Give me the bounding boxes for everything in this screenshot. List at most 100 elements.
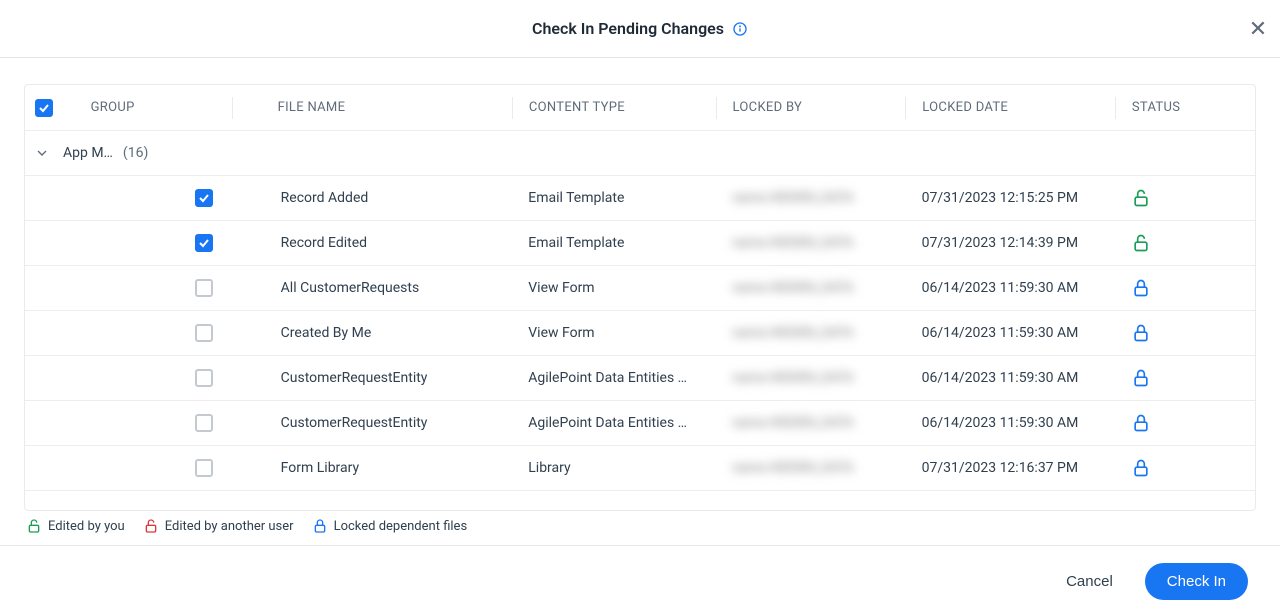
row-checkbox[interactable]	[195, 459, 213, 477]
cell-status	[1115, 233, 1255, 253]
group-name: App M…	[63, 145, 113, 161]
locked-by-redacted: name.HIDDEN_DATA	[732, 280, 853, 296]
row-checkbox-cell	[25, 189, 233, 207]
dialog-title-wrap: Check In Pending Changes	[532, 19, 748, 38]
close-icon: ✕	[1249, 16, 1267, 42]
header-locked-by[interactable]: LOCKED BY	[717, 100, 906, 115]
locked-by-redacted: name.HIDDEN_DATA	[732, 460, 853, 476]
legend-edited-by-other: Edited by another user	[143, 518, 294, 534]
row-checkbox[interactable]	[195, 189, 213, 207]
locked-by-redacted: name.HIDDEN_DATA	[732, 415, 853, 431]
column-separator	[232, 97, 233, 119]
cell-filename: Record Edited	[233, 235, 513, 251]
changes-table: GROUP FILE NAME CONTENT TYPE LOCKED BY L…	[24, 84, 1256, 511]
checkin-button[interactable]: Check In	[1145, 563, 1248, 600]
cell-locked-date: 06/14/2023 11:59:30 AM	[906, 370, 1116, 386]
row-checkbox-cell	[25, 459, 233, 477]
cell-content-type: Email Template	[512, 176, 716, 221]
dialog-body: GROUP FILE NAME CONTENT TYPE LOCKED BY L…	[0, 58, 1280, 616]
dialog-header: Check In Pending Changes ✕	[0, 0, 1280, 58]
table-row[interactable]: Record EditedEmail Template name.HIDDEN_D…	[25, 221, 1255, 266]
legend-locked-dependent: Locked dependent files	[312, 518, 468, 534]
table-row[interactable]: All CustomerRequestsView Form name.HIDDEN…	[25, 266, 1255, 311]
header-filename[interactable]: FILE NAME	[234, 100, 512, 115]
close-button[interactable]: ✕	[1246, 17, 1270, 41]
cell-filename: Form Library	[233, 460, 513, 476]
row-checkbox-cell	[25, 324, 233, 342]
cell-content-type: Library	[512, 446, 716, 491]
cell-locked-by: name.HIDDEN_DATA	[716, 190, 906, 206]
cell-content-type: AgilePoint Data Entities …	[512, 356, 716, 401]
cell-status	[1115, 413, 1255, 433]
cell-status	[1115, 278, 1255, 298]
dialog-footer: Cancel Check In	[24, 546, 1256, 616]
unlock-red-icon	[143, 518, 159, 534]
cell-content-type: View Form	[512, 266, 716, 311]
table-row[interactable]: CustomerRequestEntityAgilePoint Data Ent…	[25, 401, 1255, 446]
cell-content-type: View Form	[512, 311, 716, 356]
header-locked-date[interactable]: LOCKED DATE	[906, 100, 1115, 115]
legend: Edited by you Edited by another user Loc…	[24, 511, 1256, 539]
cell-locked-by: name.HIDDEN_DATA	[716, 235, 906, 251]
unlock-green-icon	[26, 518, 42, 534]
cell-locked-by: name.HIDDEN_DATA	[716, 415, 906, 431]
cell-locked-by: name.HIDDEN_DATA	[716, 370, 906, 386]
checkin-dialog: Check In Pending Changes ✕ GROUP FILE NA…	[0, 0, 1280, 616]
cell-locked-date: 07/31/2023 12:16:37 PM	[906, 460, 1116, 476]
header-status[interactable]: STATUS	[1116, 100, 1255, 115]
row-checkbox[interactable]	[195, 414, 213, 432]
cell-status	[1115, 368, 1255, 388]
header-group[interactable]: GROUP	[85, 100, 232, 115]
table-row[interactable]: CustomerRequestEntityAgilePoint Data Ent…	[25, 356, 1255, 401]
row-checkbox[interactable]	[195, 369, 213, 387]
lock-blue-icon	[1131, 368, 1151, 388]
cell-filename: Record Added	[233, 190, 513, 206]
cell-status	[1115, 323, 1255, 343]
cancel-button[interactable]: Cancel	[1060, 565, 1119, 598]
locked-by-redacted: name.HIDDEN_DATA	[732, 370, 853, 386]
group-row[interactable]: App M… (16)	[25, 131, 1255, 176]
row-checkbox[interactable]	[195, 279, 213, 297]
unlock-green-icon	[1131, 188, 1151, 208]
table-row[interactable]: Created By MeView Formname.HIDDEN_DATA06…	[25, 311, 1255, 356]
cell-locked-date: 06/14/2023 11:59:30 AM	[906, 280, 1116, 296]
row-checkbox[interactable]	[195, 234, 213, 252]
row-checkbox[interactable]	[195, 324, 213, 342]
table-row[interactable]: Form LibraryLibrary name.HIDDEN_DATA 07/31…	[25, 446, 1255, 491]
info-icon[interactable]	[732, 21, 748, 37]
cell-locked-by: name.HIDDEN_DATA	[716, 460, 906, 476]
header-checkbox-cell	[25, 99, 85, 117]
cell-locked-date: 07/31/2023 12:15:25 PM	[906, 190, 1116, 206]
unlock-green-icon	[1131, 233, 1151, 253]
table-body[interactable]: App M… (16) Record AddedEmail Templatena…	[25, 131, 1255, 510]
row-checkbox-cell	[25, 369, 233, 387]
row-checkbox-cell	[25, 414, 233, 432]
lock-blue-icon	[1131, 278, 1151, 298]
cell-content-type: Email Template	[512, 221, 716, 266]
cell-filename: All CustomerRequests	[233, 280, 513, 296]
cell-filename: CustomerRequestEntity	[233, 415, 513, 431]
cell-locked-date: 07/31/2023 12:14:39 PM	[906, 235, 1116, 251]
cell-status	[1115, 188, 1255, 208]
lock-blue-icon	[1131, 413, 1151, 433]
row-checkbox-cell	[25, 279, 233, 297]
cell-locked-date: 06/14/2023 11:59:30 AM	[906, 415, 1116, 431]
locked-by-redacted: name.HIDDEN_DATA	[732, 235, 853, 251]
cell-filename: CustomerRequestEntity	[233, 370, 513, 386]
cell-locked-by: name.HIDDEN_DATA	[716, 280, 906, 296]
select-all-checkbox[interactable]	[35, 99, 53, 117]
chevron-down-icon[interactable]	[33, 144, 51, 162]
cell-content-type: AgilePoint Data Entities …	[512, 401, 716, 446]
locked-by-redacted: name.HIDDEN_DATA	[732, 190, 853, 206]
lock-blue-icon	[1131, 458, 1151, 478]
table-row[interactable]: Record AddedEmail Template name.HIDDEN_DA…	[25, 176, 1255, 221]
lock-blue-icon	[1131, 323, 1151, 343]
row-checkbox-cell	[25, 234, 233, 252]
cell-locked-date: 06/14/2023 11:59:30 AM	[906, 325, 1116, 341]
dialog-title: Check In Pending Changes	[532, 19, 724, 38]
header-content-type[interactable]: CONTENT TYPE	[513, 100, 716, 115]
lock-blue-icon	[312, 518, 328, 534]
cell-status	[1115, 458, 1255, 478]
group-count: (16)	[123, 145, 148, 161]
legend-edited-by-you: Edited by you	[26, 518, 125, 534]
